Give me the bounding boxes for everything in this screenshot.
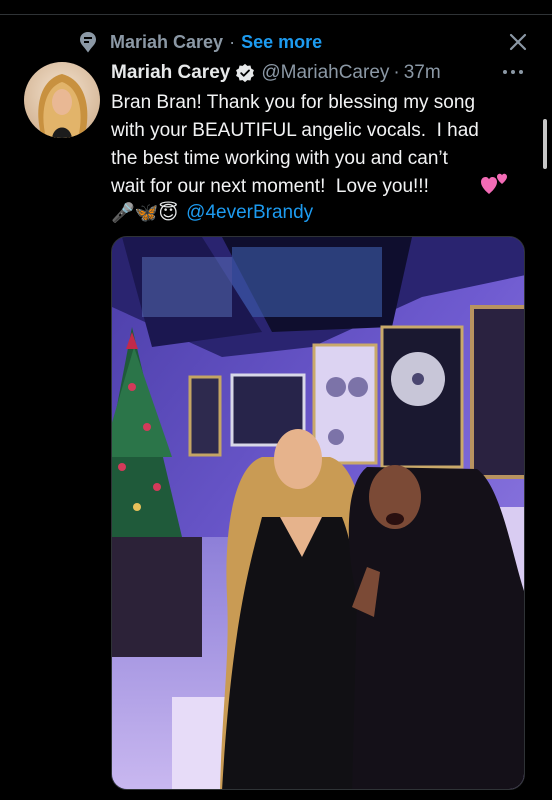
more-options-icon[interactable]	[500, 63, 526, 81]
avatar[interactable]	[24, 62, 100, 138]
tweet-text: Bran Bran! Thank you for blessing my son…	[111, 92, 479, 197]
display-name[interactable]: Mariah Carey	[111, 62, 230, 84]
two-hearts-emoji	[481, 173, 507, 194]
social-context: Mariah Carey · See more	[78, 30, 322, 54]
butterfly-emoji: 🦋	[134, 203, 159, 224]
tweet-emoji-line: 🎤 🦋 😇 @4everBrandy	[111, 199, 313, 227]
close-icon[interactable]	[506, 30, 530, 54]
header-separator: ·	[393, 62, 400, 83]
pin-icon	[80, 32, 96, 53]
tweet-header: Mariah Carey @MariahCarey · 37m	[111, 60, 441, 86]
scrollbar[interactable]	[543, 119, 547, 169]
see-more-link[interactable]: See more	[241, 32, 322, 53]
halo-face-emoji: 😇	[158, 202, 179, 224]
context-separator: ·	[229, 31, 236, 52]
microphone-emoji: 🎤	[111, 203, 135, 224]
handle[interactable]: @MariahCarey	[261, 62, 389, 84]
verified-badge-icon	[236, 63, 255, 83]
mention-link[interactable]: @4everBrandy	[186, 202, 313, 224]
timestamp[interactable]: 37m	[404, 62, 441, 84]
context-author[interactable]: Mariah Carey	[110, 32, 223, 53]
tweet-photo[interactable]	[111, 236, 525, 790]
top-divider	[0, 14, 552, 15]
